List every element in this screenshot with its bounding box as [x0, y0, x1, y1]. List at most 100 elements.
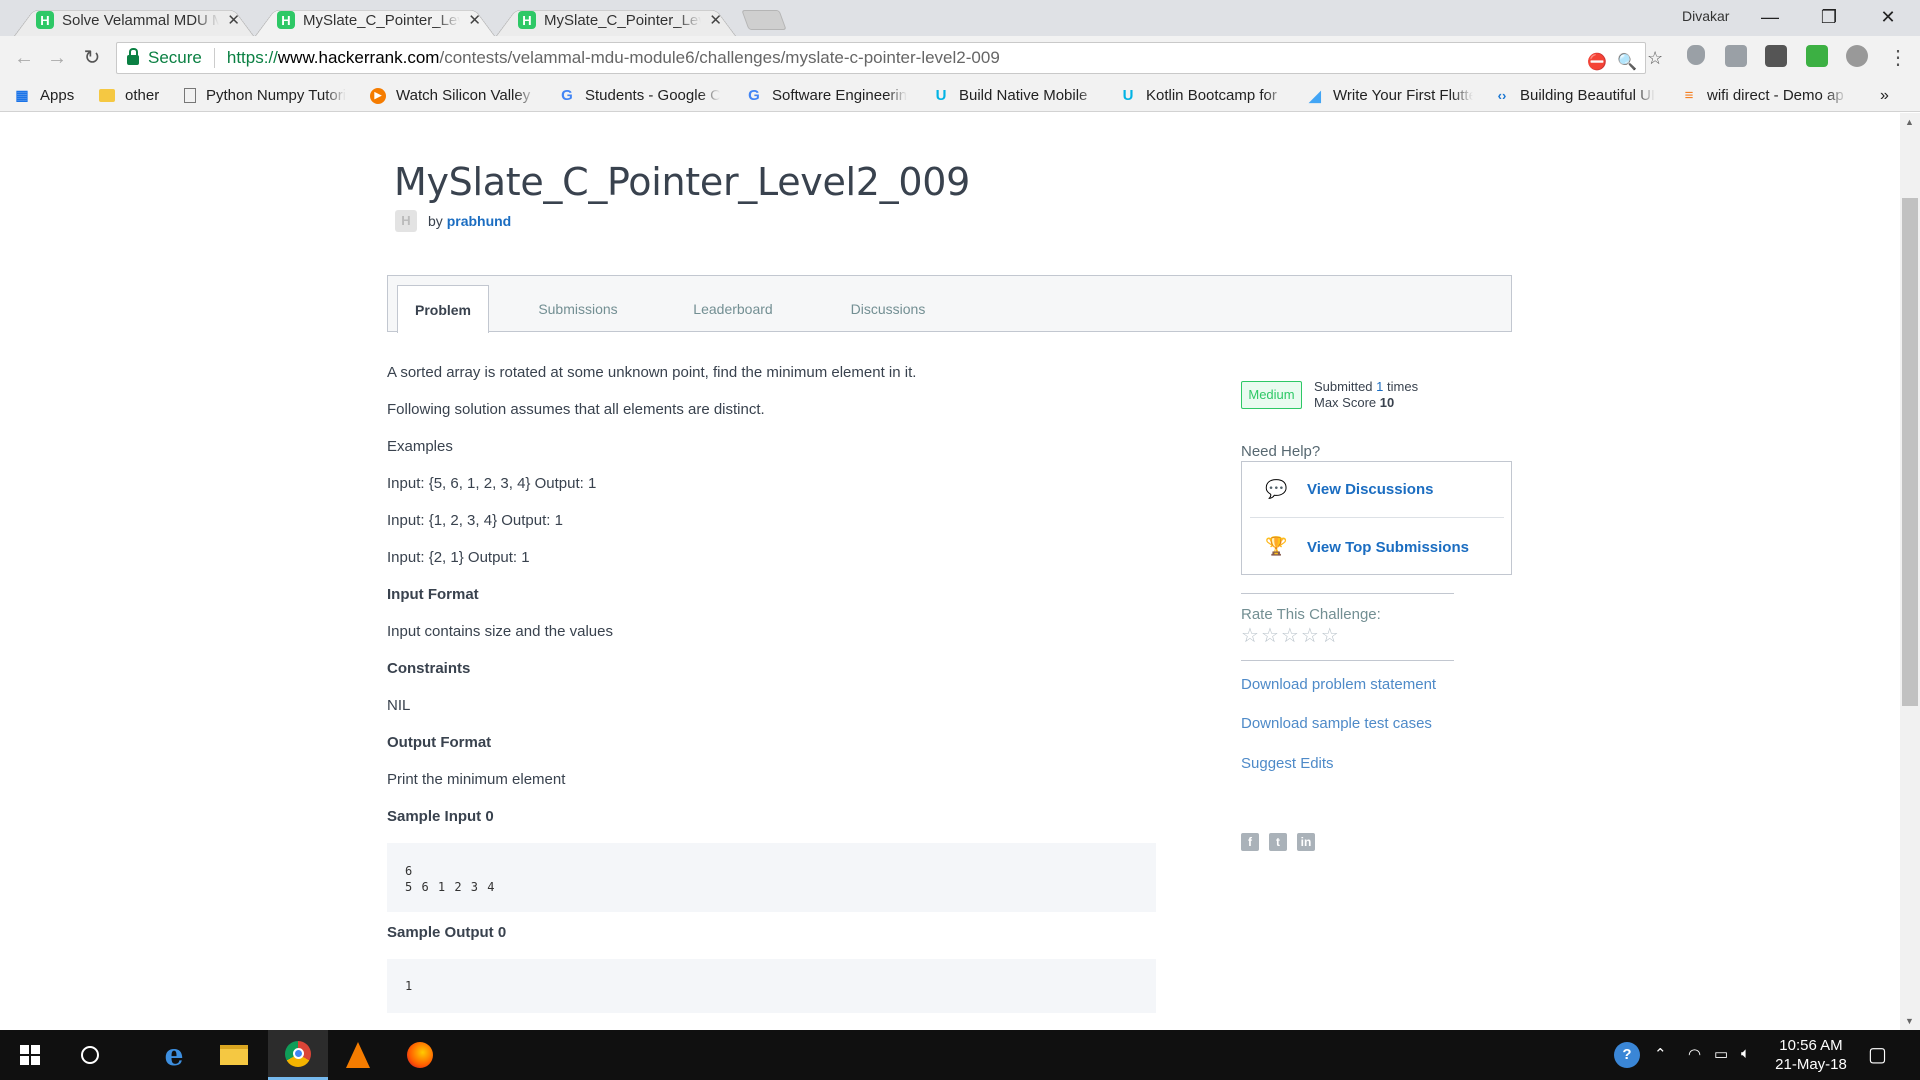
help-tray-icon[interactable]: ?	[1614, 1042, 1640, 1068]
suggest-edits-link[interactable]: Suggest Edits	[1241, 755, 1334, 772]
close-icon[interactable]: ✕	[468, 11, 481, 29]
forward-icon[interactable]: →	[43, 44, 71, 72]
vlc-icon[interactable]	[328, 1030, 388, 1080]
sample-input-code[interactable]: 6 5 6 1 2 3 4	[387, 843, 1156, 912]
bookmark-item[interactable]: G Students - Google C	[559, 87, 720, 104]
taskbar-clock[interactable]: 10:56 AM 21-May-18	[1766, 1036, 1856, 1074]
need-help-heading: Need Help?	[1241, 443, 1321, 460]
bookmark-label: Python Numpy Tutorial	[206, 87, 346, 104]
challenge-title: MySlate_C_Pointer_Level2_009	[394, 160, 971, 204]
by-label: by	[428, 213, 443, 229]
rate-challenge-label: Rate This Challenge:	[1241, 606, 1381, 623]
globe-extension-icon[interactable]	[1846, 45, 1868, 67]
keeper-extension-icon[interactable]	[1765, 45, 1787, 67]
scrollbar-thumb[interactable]	[1902, 198, 1918, 706]
bookmark-label: Build Native Mobile	[959, 87, 1088, 104]
bookmark-item[interactable]: U Kotlin Bootcamp for	[1120, 87, 1286, 104]
bookmark-label: Building Beautiful UIs	[1520, 87, 1655, 104]
star-icon[interactable]: ☆	[1241, 625, 1261, 647]
browser-tab-active[interactable]: H MySlate_C_Pointer_Level2_009 | HackerR…	[255, 4, 495, 36]
hackerrank-favicon-icon: H	[277, 11, 295, 29]
hackerrank-favicon-icon: H	[518, 11, 536, 29]
tab-discussions[interactable]: Discussions	[828, 285, 948, 333]
tab-submissions[interactable]: Submissions	[518, 285, 638, 333]
rating-stars[interactable]: ☆☆☆☆☆	[1241, 623, 1341, 648]
zoom-icon[interactable]: 🔍	[1617, 52, 1637, 72]
tab-leaderboard[interactable]: Leaderboard	[673, 285, 793, 333]
view-discussions-link[interactable]: 💬 View Discussions	[1250, 462, 1504, 518]
reload-icon[interactable]: ↻	[78, 44, 106, 72]
constraints-heading: Constraints	[387, 660, 471, 677]
bookmarks-bar: ▦ Apps other Python Numpy Tutorial ▶ Wat…	[0, 82, 1920, 112]
bookmark-folder-other[interactable]: other	[99, 87, 159, 104]
battery-icon[interactable]: ▭	[1714, 1045, 1728, 1063]
close-window-icon[interactable]: ✕	[1866, 4, 1910, 30]
constraints-text: NIL	[387, 697, 411, 714]
tab-problem[interactable]: Problem	[397, 285, 489, 333]
volume-icon[interactable]: 🔈︎	[1741, 1045, 1750, 1062]
firefox-icon[interactable]	[390, 1030, 450, 1080]
restore-icon[interactable]: ❐	[1807, 4, 1851, 30]
play-icon: ▶	[370, 87, 386, 104]
problem-paragraph: Examples	[387, 438, 453, 455]
problem-paragraph: A sorted array is rotated at some unknow…	[387, 364, 917, 381]
scroll-down-icon[interactable]: ▼	[1905, 1016, 1914, 1026]
browser-tab[interactable]: H Solve Velammal MDU Module6 | HackerRan…	[14, 4, 254, 36]
apps-grid-icon: ▦	[15, 87, 29, 103]
browser-tab[interactable]: H MySlate_C_Pointer_Level2_009 | HackerR…	[496, 4, 736, 36]
cortana-search-icon[interactable]	[60, 1030, 120, 1080]
star-icon[interactable]: ☆	[1301, 625, 1321, 647]
bookmark-item[interactable]: ‹› Building Beautiful UIs	[1494, 87, 1655, 104]
minimize-icon[interactable]: —	[1748, 4, 1792, 30]
download-extension-icon[interactable]	[1725, 45, 1747, 67]
file-explorer-icon[interactable]	[204, 1030, 264, 1080]
edge-icon[interactable]: e	[144, 1030, 204, 1080]
green-download-extension-icon[interactable]	[1806, 45, 1828, 67]
facebook-icon[interactable]: f	[1241, 833, 1259, 851]
max-score-label: Max Score	[1314, 395, 1377, 410]
menu-kebab-icon[interactable]: ⋮	[1884, 44, 1912, 72]
help-box: 💬 View Discussions 🏆 View Top Submission…	[1241, 461, 1512, 575]
chrome-taskbar-icon[interactable]	[268, 1030, 328, 1080]
download-problem-statement-link[interactable]: Download problem statement	[1241, 676, 1436, 693]
bookmark-item[interactable]: ▶ Watch Silicon Valley	[370, 87, 536, 104]
profile-name[interactable]: Divakar	[1682, 8, 1729, 24]
bookmark-label: Kotlin Bootcamp for	[1146, 87, 1277, 104]
bookmark-star-icon[interactable]: ☆	[1647, 48, 1663, 69]
hackerrank-favicon-icon: H	[36, 11, 54, 29]
clock-time: 10:56 AM	[1779, 1037, 1843, 1054]
bookmark-item[interactable]: ≡ wifi direct - Demo ap	[1681, 87, 1847, 104]
author-line: by prabhund	[428, 213, 511, 229]
bookmark-item[interactable]: Python Numpy Tutorial	[184, 87, 346, 104]
windows-start-icon[interactable]	[0, 1030, 60, 1080]
bookmark-item[interactable]: G Software Engineering	[746, 87, 907, 104]
sample-output-code[interactable]: 1	[387, 959, 1156, 1013]
scroll-up-icon[interactable]: ▲	[1905, 117, 1914, 127]
bookmark-apps[interactable]: ▦ Apps	[14, 87, 74, 104]
wifi-icon[interactable]: ◠	[1688, 1045, 1701, 1063]
shield-extension-icon[interactable]	[1687, 45, 1705, 65]
star-icon[interactable]: ☆	[1321, 625, 1341, 647]
twitter-icon[interactable]: t	[1269, 833, 1287, 851]
star-icon[interactable]: ☆	[1281, 625, 1301, 647]
address-bar[interactable]: Secure https://www.hackerrank.com/contes…	[116, 42, 1663, 74]
new-tab-button[interactable]	[741, 10, 787, 30]
bookmark-item[interactable]: U Build Native Mobile	[933, 87, 1099, 104]
sample-output-heading: Sample Output 0	[387, 924, 507, 941]
back-icon[interactable]: ←	[10, 44, 38, 72]
cookie-blocked-icon[interactable]: ⛔	[1587, 52, 1607, 72]
view-top-submissions-label: View Top Submissions	[1307, 538, 1469, 556]
linkedin-icon[interactable]: in	[1297, 833, 1315, 851]
show-hidden-icons-chevron-icon[interactable]: ⌃	[1654, 1045, 1667, 1063]
close-icon[interactable]: ✕	[709, 11, 722, 29]
more-bookmarks-icon[interactable]: »	[1880, 87, 1889, 105]
view-discussions-label: View Discussions	[1307, 481, 1434, 498]
view-top-submissions-link[interactable]: 🏆 View Top Submissions	[1250, 519, 1504, 575]
action-center-icon[interactable]: ▢	[1868, 1042, 1887, 1067]
star-icon[interactable]: ☆	[1261, 625, 1281, 647]
author-link[interactable]: prabhund	[447, 213, 512, 229]
close-icon[interactable]: ✕	[227, 11, 240, 29]
bookmark-item[interactable]: ◢ Write Your First Flutter	[1307, 87, 1473, 105]
udacity-icon: U	[935, 87, 947, 104]
download-sample-tests-link[interactable]: Download sample test cases	[1241, 715, 1432, 732]
